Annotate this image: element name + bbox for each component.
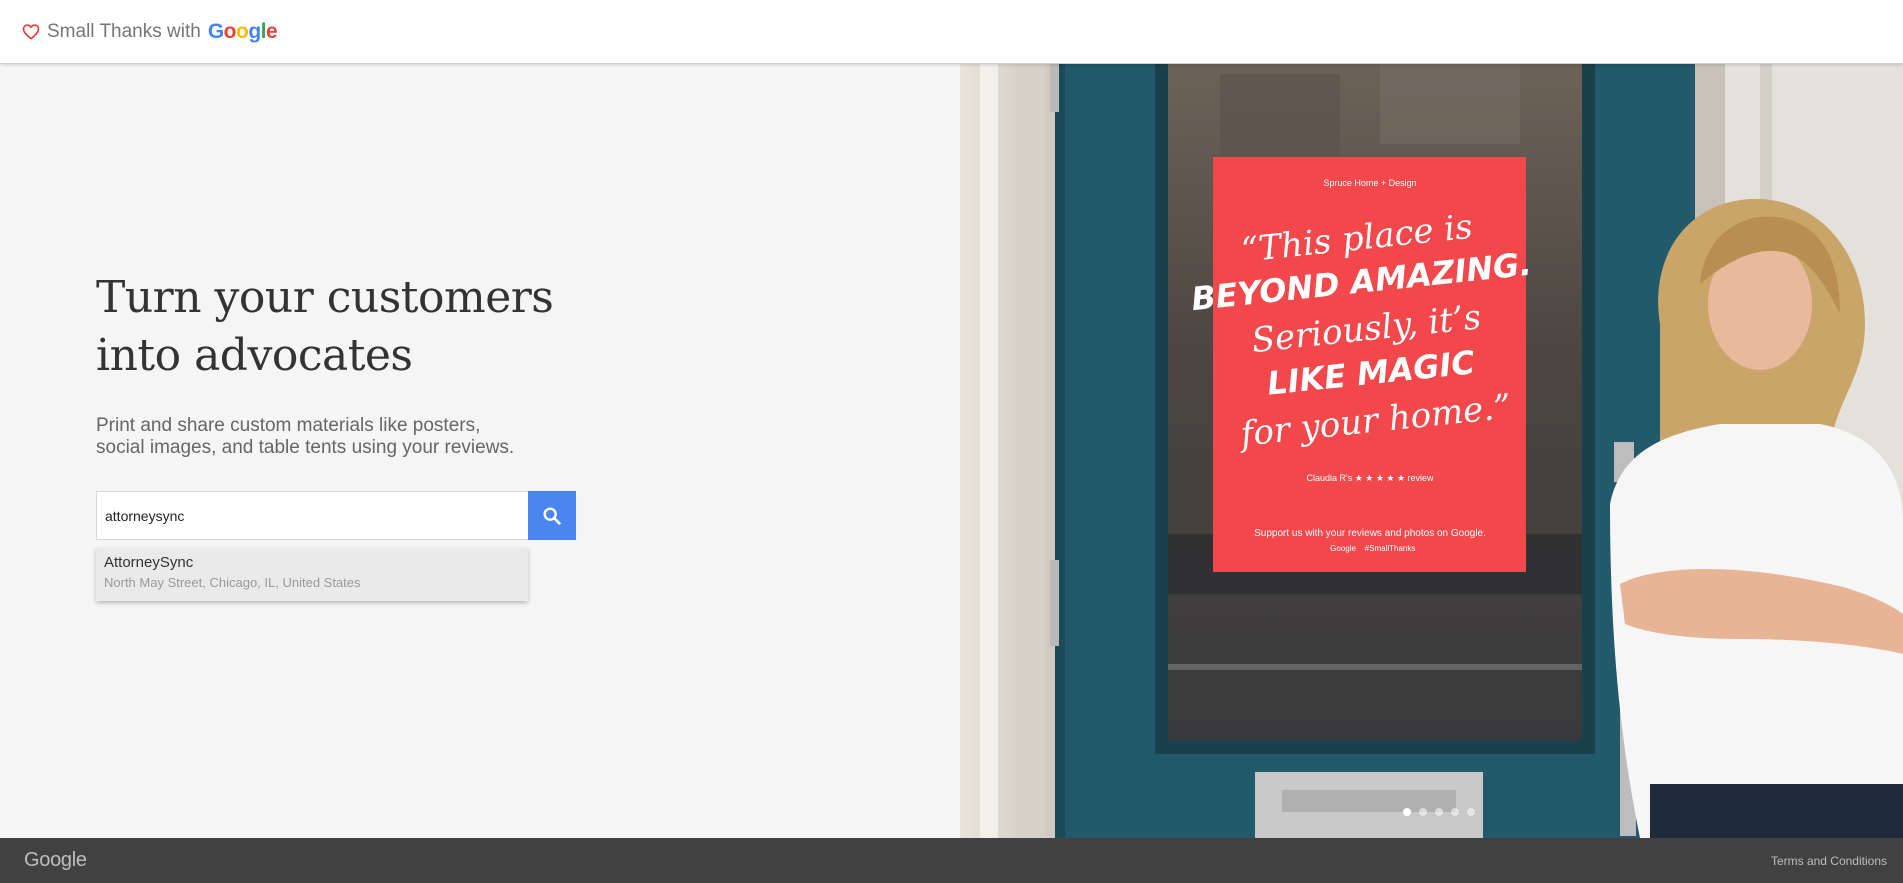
subhead-line-2: social images, and table tents using you…: [96, 437, 515, 458]
subhead-line-1: Print and share custom materials like po…: [96, 415, 481, 436]
hero-image: Spruce Home + Design “This place is BEYO…: [960, 64, 1903, 838]
page-headline: Turn your customers into advocates: [96, 269, 656, 385]
heart-icon: [22, 24, 40, 40]
carousel-dot[interactable]: [1419, 808, 1427, 816]
business-search-input[interactable]: [96, 491, 528, 540]
top-app-bar: Small Thanks with Google: [0, 0, 1903, 64]
carousel-dot[interactable]: [1467, 808, 1475, 816]
carousel-dot[interactable]: [1403, 808, 1411, 816]
poster-support-text: Support us with your reviews and photos …: [1254, 528, 1486, 539]
suggestion-business-name: AttorneySync: [104, 554, 194, 571]
google-wordmark: Google: [207, 19, 278, 44]
footer-google-logo: Google: [24, 849, 87, 871]
suggestion-address: North May Street, Chicago, IL, United St…: [104, 575, 361, 590]
autocomplete-suggestion[interactable]: AttorneySync North May Street, Chicago, …: [96, 548, 528, 601]
poster-google-tag: Google: [1330, 544, 1356, 553]
headline-line-1: Turn your customers: [96, 272, 554, 323]
poster-location: Spruce Home + Design: [1323, 178, 1416, 188]
google-letter: e: [266, 19, 278, 43]
poster-hashtag: #SmallThanks: [1365, 544, 1416, 553]
poster-reviewer: Claudia R's ★ ★ ★ ★ ★ review: [1306, 473, 1434, 483]
google-letter: o: [236, 19, 249, 43]
google-letter: o: [223, 19, 237, 43]
google-letter: g: [248, 19, 261, 43]
headline-line-2: into advocates: [96, 330, 413, 381]
hero-panel: Turn your customers into advocates Print…: [0, 64, 960, 838]
footer: Google Terms and Conditions: [0, 838, 1903, 883]
terms-link[interactable]: Terms and Conditions: [1771, 854, 1887, 868]
storefront-illustration: Spruce Home + Design “This place is BEYO…: [960, 64, 1903, 838]
business-search: [96, 491, 576, 540]
brand-logo[interactable]: Small Thanks with Google: [22, 19, 278, 44]
carousel-dot[interactable]: [1451, 808, 1459, 816]
page-subheading: Print and share custom materials like po…: [96, 415, 596, 459]
carousel-dot[interactable]: [1435, 808, 1443, 816]
search-button[interactable]: [528, 491, 576, 540]
brand-title: Small Thanks with: [47, 20, 201, 42]
search-icon: [543, 506, 561, 525]
google-letter: G: [207, 19, 224, 43]
